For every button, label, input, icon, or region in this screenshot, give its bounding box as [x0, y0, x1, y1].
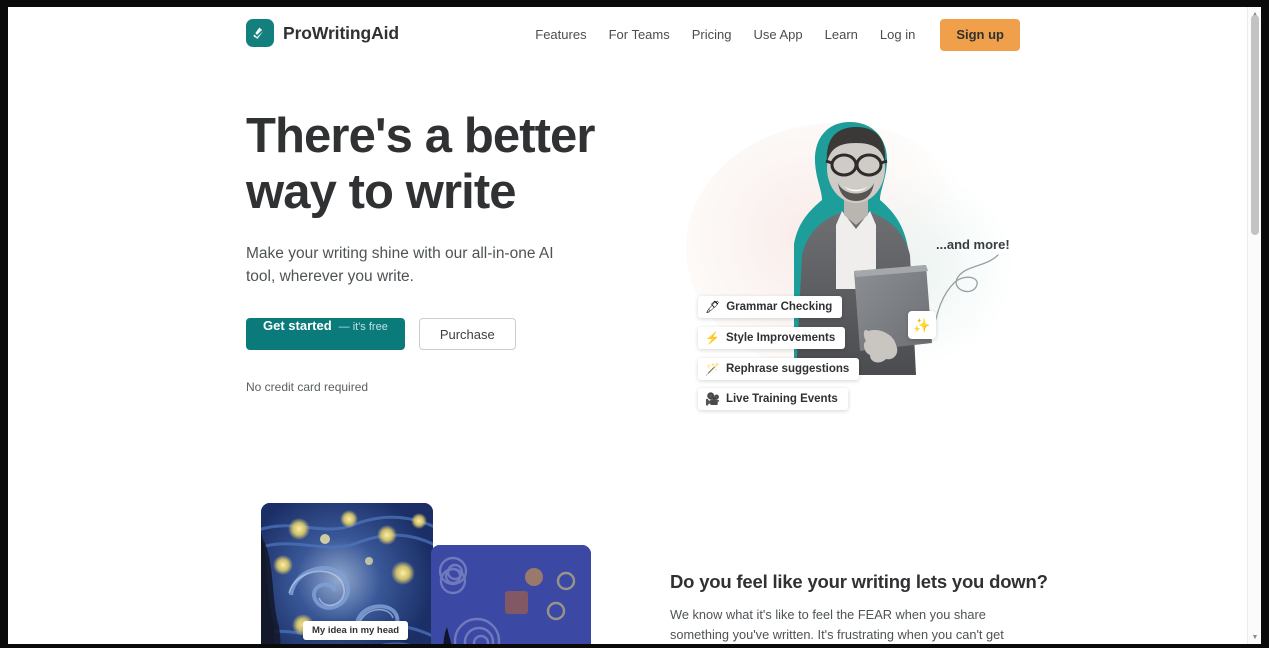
browser-window-frame: ProWritingAid Features For Teams Pricing… [0, 0, 1269, 648]
feature-pill-style-improvements: ⚡ Style Improvements [698, 327, 846, 349]
nav-item-use-app[interactable]: Use App [743, 19, 814, 51]
brand-name: ProWritingAid [283, 22, 400, 43]
nav-item-log-in[interactable]: Log in [869, 19, 926, 51]
squiggle-line-icon [936, 254, 999, 320]
site-header: ProWritingAid Features For Teams Pricing… [8, 7, 1253, 63]
purchase-button[interactable]: Purchase [418, 318, 516, 350]
lightning-bolt-icon: ⚡ [705, 331, 720, 345]
prowritingaid-logo-icon [246, 19, 274, 47]
webpage-content: ProWritingAid Features For Teams Pricing… [8, 7, 1253, 644]
feature-pill-label: Rephrase suggestions [725, 363, 850, 375]
feature-pill-rephrase-suggestions: 🪄 Rephrase suggestions [698, 358, 860, 380]
scrollbar-thumb[interactable] [1251, 15, 1259, 235]
feature-pill-label: Style Improvements [725, 332, 836, 344]
scroll-down-arrow-icon[interactable]: ▼ [1248, 630, 1261, 644]
hero-illustration: 🖋 Grammar Checking ⚡ Style Improvements … [668, 113, 1018, 453]
feature-pill-label: Grammar Checking [726, 301, 833, 313]
get-started-label: Get started [263, 318, 332, 333]
hero-copy: There's a better way to write Make your … [246, 108, 646, 394]
flattened-idea-card [431, 545, 591, 644]
hero-title: There's a better way to write [246, 109, 595, 219]
feature-pill-label: Live Training Events [725, 393, 838, 405]
nav-item-pricing[interactable]: Pricing [681, 19, 743, 51]
writing-lets-you-down-section: My idea in my head Do you feel like your… [8, 483, 1253, 644]
and-more-annotation: ...and more! [936, 237, 1010, 252]
browser-viewport: ProWritingAid Features For Teams Pricing… [8, 7, 1261, 644]
section-two-copy: Do you feel like your writing lets you d… [670, 571, 1048, 644]
magic-wand-icon: 🪄 [705, 362, 720, 376]
vertical-scrollbar[interactable]: ▲ ▼ [1247, 7, 1261, 644]
idea-caption-label: My idea in my head [303, 621, 409, 640]
get-started-button[interactable]: Get started — it's free [246, 318, 405, 350]
feature-pill-grammar-checking: 🖋 Grammar Checking [698, 296, 843, 318]
before-after-illustration: My idea in my head [253, 503, 598, 644]
no-credit-card-note: No credit card required [246, 380, 369, 394]
nav-item-for-teams[interactable]: For Teams [598, 19, 681, 51]
main-navigation: Features For Teams Pricing Use App Learn… [524, 19, 1020, 51]
nav-item-features[interactable]: Features [524, 19, 597, 51]
feature-pill-live-training-events: 🎥 Live Training Events [698, 388, 848, 410]
sign-up-button[interactable]: Sign up [940, 19, 1020, 51]
hero-section: There's a better way to write Make your … [8, 63, 1253, 483]
section-two-body: We know what it's like to feel the FEAR … [670, 607, 1004, 642]
get-started-note: — it's free [338, 321, 388, 333]
hero-subtitle: Make your writing shine with our all-in-… [246, 245, 554, 285]
feather-pen-icon: 🖋 [705, 300, 721, 314]
nav-item-learn[interactable]: Learn [814, 19, 869, 51]
brand-logo-link[interactable]: ProWritingAid [246, 19, 399, 47]
sparkle-icon: ✨ [908, 311, 936, 339]
section-two-title: Do you feel like your writing lets you d… [670, 571, 1048, 592]
movie-camera-icon: 🎥 [705, 392, 720, 406]
hero-cta-group: Get started — it's free Purchase [246, 318, 646, 350]
